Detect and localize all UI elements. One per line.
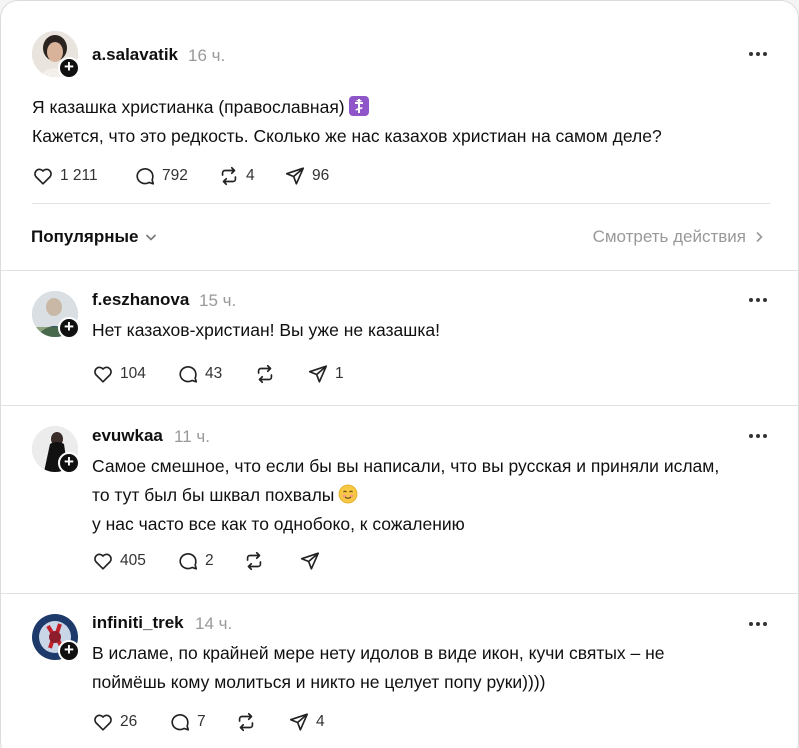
repost-arrows-icon [221,166,237,186]
like-button[interactable]: 405 [92,549,146,573]
repost-arrows-icon [246,551,262,571]
repost-button[interactable] [243,549,271,573]
post-actions: 26 7 4 [92,710,392,734]
comment-bubble-icon [179,366,198,383]
share-button[interactable]: 1 [307,362,344,386]
sort-label: Популярные [31,227,139,246]
post-time[interactable]: 14 ч. [195,614,232,634]
follow-plus-icon[interactable]: + [58,452,80,474]
reply-count: 7 [197,713,206,730]
comment-line: Самое смешное, что если бы вы написали, … [92,456,720,476]
more-dots-icon[interactable] [749,433,769,439]
smiling-face-emoji [338,484,358,504]
comment-bubble-icon [179,553,198,570]
comment-body: В исламе, по крайней мере нету идолов в … [92,639,665,697]
reply-count: 43 [205,365,223,382]
reply-button[interactable]: 2 [177,549,214,573]
like-count: 26 [120,713,138,730]
share-count: 1 [335,365,344,382]
repost-count: 4 [246,167,255,184]
repost-arrows-icon [238,712,254,732]
divider [32,203,770,204]
comment-post: + f.eszhanova 15 ч. Нет казахов-христиан… [1,271,798,405]
follow-plus-icon[interactable]: + [58,640,80,662]
comment-line: у нас часто все как то однобоко, к сожал… [92,514,465,534]
heart-icon [94,714,112,731]
comment-body: Нет казахов-христиан! Вы уже не казашка! [92,316,440,345]
heart-icon [94,553,112,570]
view-activity-link[interactable]: Смотреть действия [593,227,766,247]
repost-arrows-icon [257,364,273,384]
more-dots-icon[interactable] [749,297,769,303]
send-paper-plane-icon [289,713,309,731]
comment-line: В исламе, по крайней мере нету идолов в … [92,643,665,663]
follow-plus-icon[interactable]: + [58,57,80,79]
thread-card: + a.salavatik 16 ч. Я казашка христианка… [0,0,799,748]
username[interactable]: f.eszhanova [92,290,189,310]
post-actions: 104 43 1 [92,362,392,386]
post-time[interactable]: 11 ч. [174,427,210,447]
reply-count: 2 [205,552,214,569]
send-paper-plane-icon [308,365,328,383]
share-button[interactable]: 96 [284,164,329,188]
reply-button[interactable]: 43 [177,362,222,386]
post-actions: 405 2 [92,549,392,573]
orthodox-cross-emoji [348,96,369,116]
username[interactable]: a.salavatik [92,45,178,65]
sort-dropdown[interactable]: Популярные [31,227,158,247]
share-button[interactable]: 4 [288,710,325,734]
post-line-1: Я казашка христианка (православная) [32,97,345,117]
reply-count: 792 [162,167,188,184]
share-count: 96 [312,167,330,184]
post-actions: 1 211 792 4 96 [32,164,432,188]
post-time[interactable]: 15 ч. [199,291,236,311]
post-time[interactable]: 16 ч. [188,46,225,66]
more-dots-icon[interactable] [749,51,769,57]
like-button[interactable]: 104 [92,362,146,386]
reply-button[interactable]: 792 [134,164,188,188]
like-button[interactable]: 26 [92,710,137,734]
like-count: 104 [120,365,146,382]
repost-button[interactable] [254,362,282,386]
reply-button[interactable]: 7 [169,710,206,734]
more-dots-icon[interactable] [749,621,769,627]
heart-icon [34,168,52,185]
repost-button[interactable]: 4 [218,164,255,188]
comment-line: то тут был бы шквал похвалы [92,485,335,505]
post-body: Я казашка христианка (православная) Каже… [32,93,662,151]
comment-post: + infiniti_trek 14 ч. В исламе, по крайн… [1,594,798,748]
comment-line: Нет казахов-христиан! Вы уже не казашка! [92,320,440,340]
send-paper-plane-icon [285,167,305,185]
post-line-2: Кажется, что это редкость. Сколько же на… [32,126,662,146]
repost-button[interactable] [235,710,263,734]
like-count: 405 [120,552,146,569]
send-paper-plane-icon [300,552,320,570]
chevron-right-icon [756,231,763,243]
activity-label: Смотреть действия [592,227,746,246]
main-post: + a.salavatik 16 ч. Я казашка христианка… [1,1,798,206]
follow-plus-icon[interactable]: + [58,317,80,339]
like-count: 1 211 [60,167,98,184]
comment-bubble-icon [171,714,190,731]
share-button[interactable] [299,549,327,573]
like-button[interactable]: 1 211 [32,164,98,188]
heart-icon [94,366,112,383]
comment-bubble-icon [136,168,155,185]
chevron-down-icon [146,234,157,241]
username[interactable]: evuwkaa [92,426,163,446]
share-count: 4 [316,713,325,730]
comment-line: поймёшь кому молиться и никто не целует … [92,672,546,692]
comment-post: + evuwkaa 11 ч. Самое смешное, что если … [1,406,798,593]
comment-body: Самое смешное, что если бы вы написали, … [92,452,719,539]
username[interactable]: infiniti_trek [92,613,184,633]
